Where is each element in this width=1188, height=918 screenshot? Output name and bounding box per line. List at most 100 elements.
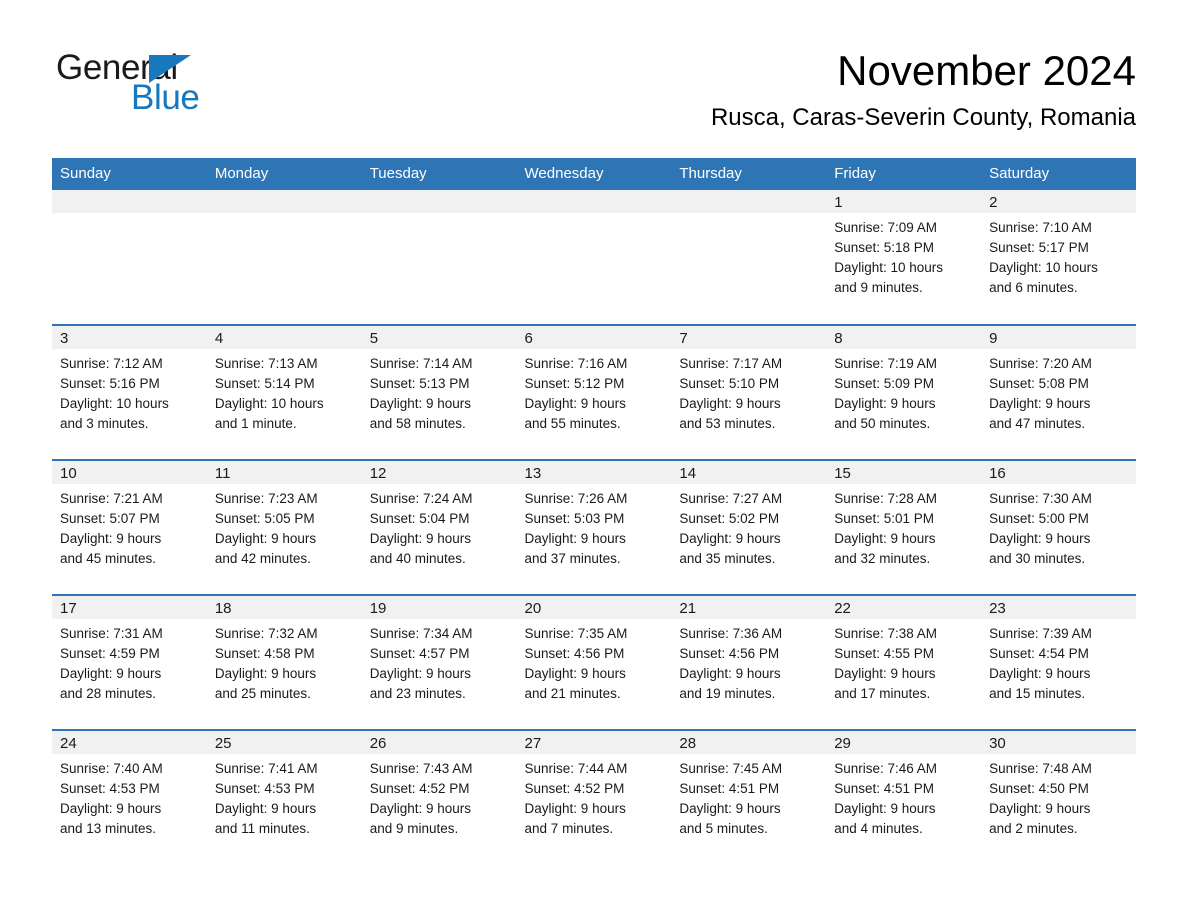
daylight-duration-line2: and 28 minutes. bbox=[60, 686, 157, 701]
daylight-duration-line1: Daylight: 9 hours bbox=[679, 801, 781, 816]
day-cell[interactable]: 16 Sunrise: 7:30 AM Sunset: 5:00 PM Dayligh… bbox=[981, 459, 1136, 595]
sunrise-time: Sunrise: 7:10 AM bbox=[989, 220, 1092, 235]
day-cell[interactable]: 1 Sunrise: 7:09 AM Sunset: 5:18 PM Daylight… bbox=[826, 190, 982, 325]
daylight-duration-line2: and 53 minutes. bbox=[679, 416, 776, 431]
sunrise-time: Sunrise: 7:27 AM bbox=[679, 491, 783, 506]
day-cell[interactable]: 30 Sunrise: 7:48 AM Sunset: 4:50 PM Dayligh… bbox=[981, 729, 1136, 845]
day-cell[interactable]: 2 Sunrise: 7:10 AM Sunset: 5:17 PM Daylight… bbox=[981, 190, 1136, 325]
day-cell[interactable]: 3 Sunrise: 7:12 AM Sunset: 5:16 PM Daylight… bbox=[52, 324, 207, 460]
day-number: 7 bbox=[671, 326, 827, 349]
sunset-time: Sunset: 4:56 PM bbox=[524, 646, 625, 661]
day-cell[interactable]: 6 Sunrise: 7:16 AM Sunset: 5:12 PM Daylight… bbox=[516, 324, 672, 460]
page-header: General Blue November 2024 Rusca, Caras-… bbox=[0, 0, 1188, 131]
sunset-time: Sunset: 4:53 PM bbox=[60, 781, 160, 796]
sunset-time: Sunset: 5:17 PM bbox=[989, 240, 1089, 255]
sunrise-time: Sunrise: 7:12 AM bbox=[60, 356, 163, 371]
day-details: Sunrise: 7:12 AM Sunset: 5:16 PM Daylight:… bbox=[52, 349, 207, 434]
day-details: Sunrise: 7:32 AM Sunset: 4:58 PM Daylight:… bbox=[206, 619, 362, 704]
day-details: Sunrise: 7:13 AM Sunset: 5:14 PM Daylight:… bbox=[206, 349, 362, 434]
daylight-duration-line2: and 2 minutes. bbox=[989, 821, 1078, 836]
day-number: 9 bbox=[981, 326, 1136, 349]
sunset-time: Sunset: 4:51 PM bbox=[834, 781, 935, 796]
day-cell[interactable]: 20 Sunrise: 7:35 AM Sunset: 4:56 PM Dayligh… bbox=[516, 594, 672, 730]
day-cell-empty bbox=[52, 190, 207, 325]
daylight-duration-line1: Daylight: 10 hours bbox=[60, 396, 169, 411]
day-number bbox=[671, 190, 827, 213]
sunrise-time: Sunrise: 7:28 AM bbox=[834, 491, 938, 506]
day-cell[interactable]: 27 Sunrise: 7:44 AM Sunset: 4:52 PM Dayligh… bbox=[516, 729, 672, 845]
daylight-duration-line1: Daylight: 9 hours bbox=[989, 666, 1091, 681]
daylight-duration-line1: Daylight: 10 hours bbox=[989, 260, 1098, 275]
day-cell[interactable]: 17 Sunrise: 7:31 AM Sunset: 4:59 PM Dayligh… bbox=[52, 594, 207, 730]
day-details: Sunrise: 7:27 AM Sunset: 5:02 PM Daylight:… bbox=[671, 484, 827, 569]
daylight-duration-line2: and 15 minutes. bbox=[989, 686, 1086, 701]
day-cell[interactable]: 7 Sunrise: 7:17 AM Sunset: 5:10 PM Daylight… bbox=[671, 324, 827, 460]
day-number: 18 bbox=[206, 596, 362, 619]
sunrise-time: Sunrise: 7:45 AM bbox=[679, 761, 783, 776]
weekday-header-saturday: Saturday bbox=[981, 158, 1136, 190]
day-details: Sunrise: 7:19 AM Sunset: 5:09 PM Daylight:… bbox=[826, 349, 982, 434]
sunset-time: Sunset: 4:51 PM bbox=[679, 781, 780, 796]
day-cell[interactable]: 25 Sunrise: 7:41 AM Sunset: 4:53 PM Dayligh… bbox=[206, 729, 362, 845]
day-number: 16 bbox=[981, 461, 1136, 484]
day-cell[interactable]: 24 Sunrise: 7:40 AM Sunset: 4:53 PM Dayligh… bbox=[52, 729, 207, 845]
general-blue-logo[interactable]: General Blue bbox=[56, 50, 256, 120]
sunrise-time: Sunrise: 7:23 AM bbox=[214, 491, 318, 506]
sunset-time: Sunset: 5:07 PM bbox=[60, 511, 160, 526]
day-cell[interactable]: 4 Sunrise: 7:13 AM Sunset: 5:14 PM Daylight… bbox=[206, 324, 362, 460]
sunrise-time: Sunrise: 7:24 AM bbox=[369, 491, 473, 506]
day-cell[interactable]: 11 Sunrise: 7:23 AM Sunset: 5:05 PM Dayligh… bbox=[206, 459, 362, 595]
day-cell-empty bbox=[516, 190, 672, 325]
day-number: 21 bbox=[671, 596, 827, 619]
day-cell[interactable]: 21 Sunrise: 7:36 AM Sunset: 4:56 PM Dayligh… bbox=[671, 594, 827, 730]
day-number bbox=[52, 190, 207, 213]
day-cell[interactable]: 9 Sunrise: 7:20 AM Sunset: 5:08 PM Daylight… bbox=[981, 324, 1136, 460]
day-cell-empty bbox=[671, 190, 827, 325]
sunset-time: Sunset: 4:50 PM bbox=[989, 781, 1089, 796]
day-details bbox=[206, 213, 362, 218]
day-number: 19 bbox=[361, 596, 517, 619]
day-cell[interactable]: 23 Sunrise: 7:39 AM Sunset: 4:54 PM Dayligh… bbox=[981, 594, 1136, 730]
day-details: Sunrise: 7:40 AM Sunset: 4:53 PM Daylight:… bbox=[52, 754, 207, 839]
day-cell-empty bbox=[361, 190, 517, 325]
day-cell[interactable]: 19 Sunrise: 7:34 AM Sunset: 4:57 PM Dayligh… bbox=[361, 594, 517, 730]
sunrise-time: Sunrise: 7:38 AM bbox=[834, 626, 938, 641]
logo-text-blue: Blue bbox=[131, 78, 200, 117]
day-number bbox=[361, 190, 517, 213]
daylight-duration-line1: Daylight: 9 hours bbox=[989, 801, 1091, 816]
day-cell[interactable]: 29 Sunrise: 7:46 AM Sunset: 4:51 PM Dayligh… bbox=[826, 729, 982, 845]
day-cell[interactable]: 22 Sunrise: 7:38 AM Sunset: 4:55 PM Dayligh… bbox=[826, 594, 982, 730]
sunrise-time: Sunrise: 7:40 AM bbox=[60, 761, 163, 776]
daylight-duration-line2: and 4 minutes. bbox=[834, 821, 923, 836]
day-cell[interactable]: 5 Sunrise: 7:14 AM Sunset: 5:13 PM Daylight… bbox=[361, 324, 517, 460]
daylight-duration-line1: Daylight: 9 hours bbox=[214, 531, 317, 546]
day-cell[interactable]: 12 Sunrise: 7:24 AM Sunset: 5:04 PM Dayligh… bbox=[361, 459, 517, 595]
day-number: 12 bbox=[361, 461, 517, 484]
weekday-header-wednesday: Wednesday bbox=[516, 158, 672, 190]
day-number: 27 bbox=[516, 731, 672, 754]
sunrise-time: Sunrise: 7:20 AM bbox=[989, 356, 1092, 371]
daylight-duration-line2: and 30 minutes. bbox=[989, 551, 1086, 566]
day-number: 28 bbox=[671, 731, 827, 754]
day-cell[interactable]: 18 Sunrise: 7:32 AM Sunset: 4:58 PM Dayligh… bbox=[206, 594, 362, 730]
day-details: Sunrise: 7:46 AM Sunset: 4:51 PM Daylight:… bbox=[826, 754, 982, 839]
day-cell[interactable]: 14 Sunrise: 7:27 AM Sunset: 5:02 PM Dayligh… bbox=[671, 459, 827, 595]
calendar-body: 1 Sunrise: 7:09 AM Sunset: 5:18 PM Daylight… bbox=[52, 190, 1136, 845]
day-cell[interactable]: 8 Sunrise: 7:19 AM Sunset: 5:09 PM Daylight… bbox=[826, 324, 982, 460]
day-details: Sunrise: 7:36 AM Sunset: 4:56 PM Daylight:… bbox=[671, 619, 827, 704]
day-cell[interactable]: 26 Sunrise: 7:43 AM Sunset: 4:52 PM Dayligh… bbox=[361, 729, 517, 845]
daylight-duration-line2: and 9 minutes. bbox=[369, 821, 459, 836]
sunset-time: Sunset: 4:52 PM bbox=[524, 781, 625, 796]
daylight-duration-line2: and 3 minutes. bbox=[60, 416, 149, 431]
day-cell[interactable]: 15 Sunrise: 7:28 AM Sunset: 5:01 PM Dayligh… bbox=[826, 459, 982, 595]
day-details: Sunrise: 7:26 AM Sunset: 5:03 PM Daylight:… bbox=[516, 484, 672, 569]
day-number: 22 bbox=[826, 596, 982, 619]
daylight-duration-line1: Daylight: 10 hours bbox=[834, 260, 944, 275]
day-cell[interactable]: 10 Sunrise: 7:21 AM Sunset: 5:07 PM Dayligh… bbox=[52, 459, 207, 595]
sunrise-time: Sunrise: 7:34 AM bbox=[369, 626, 473, 641]
sunrise-time: Sunrise: 7:44 AM bbox=[524, 761, 628, 776]
day-cell[interactable]: 28 Sunrise: 7:45 AM Sunset: 4:51 PM Dayligh… bbox=[671, 729, 827, 845]
day-details: Sunrise: 7:44 AM Sunset: 4:52 PM Daylight:… bbox=[516, 754, 672, 839]
sunset-time: Sunset: 5:03 PM bbox=[524, 511, 625, 526]
day-cell[interactable]: 13 Sunrise: 7:26 AM Sunset: 5:03 PM Dayligh… bbox=[516, 459, 672, 595]
